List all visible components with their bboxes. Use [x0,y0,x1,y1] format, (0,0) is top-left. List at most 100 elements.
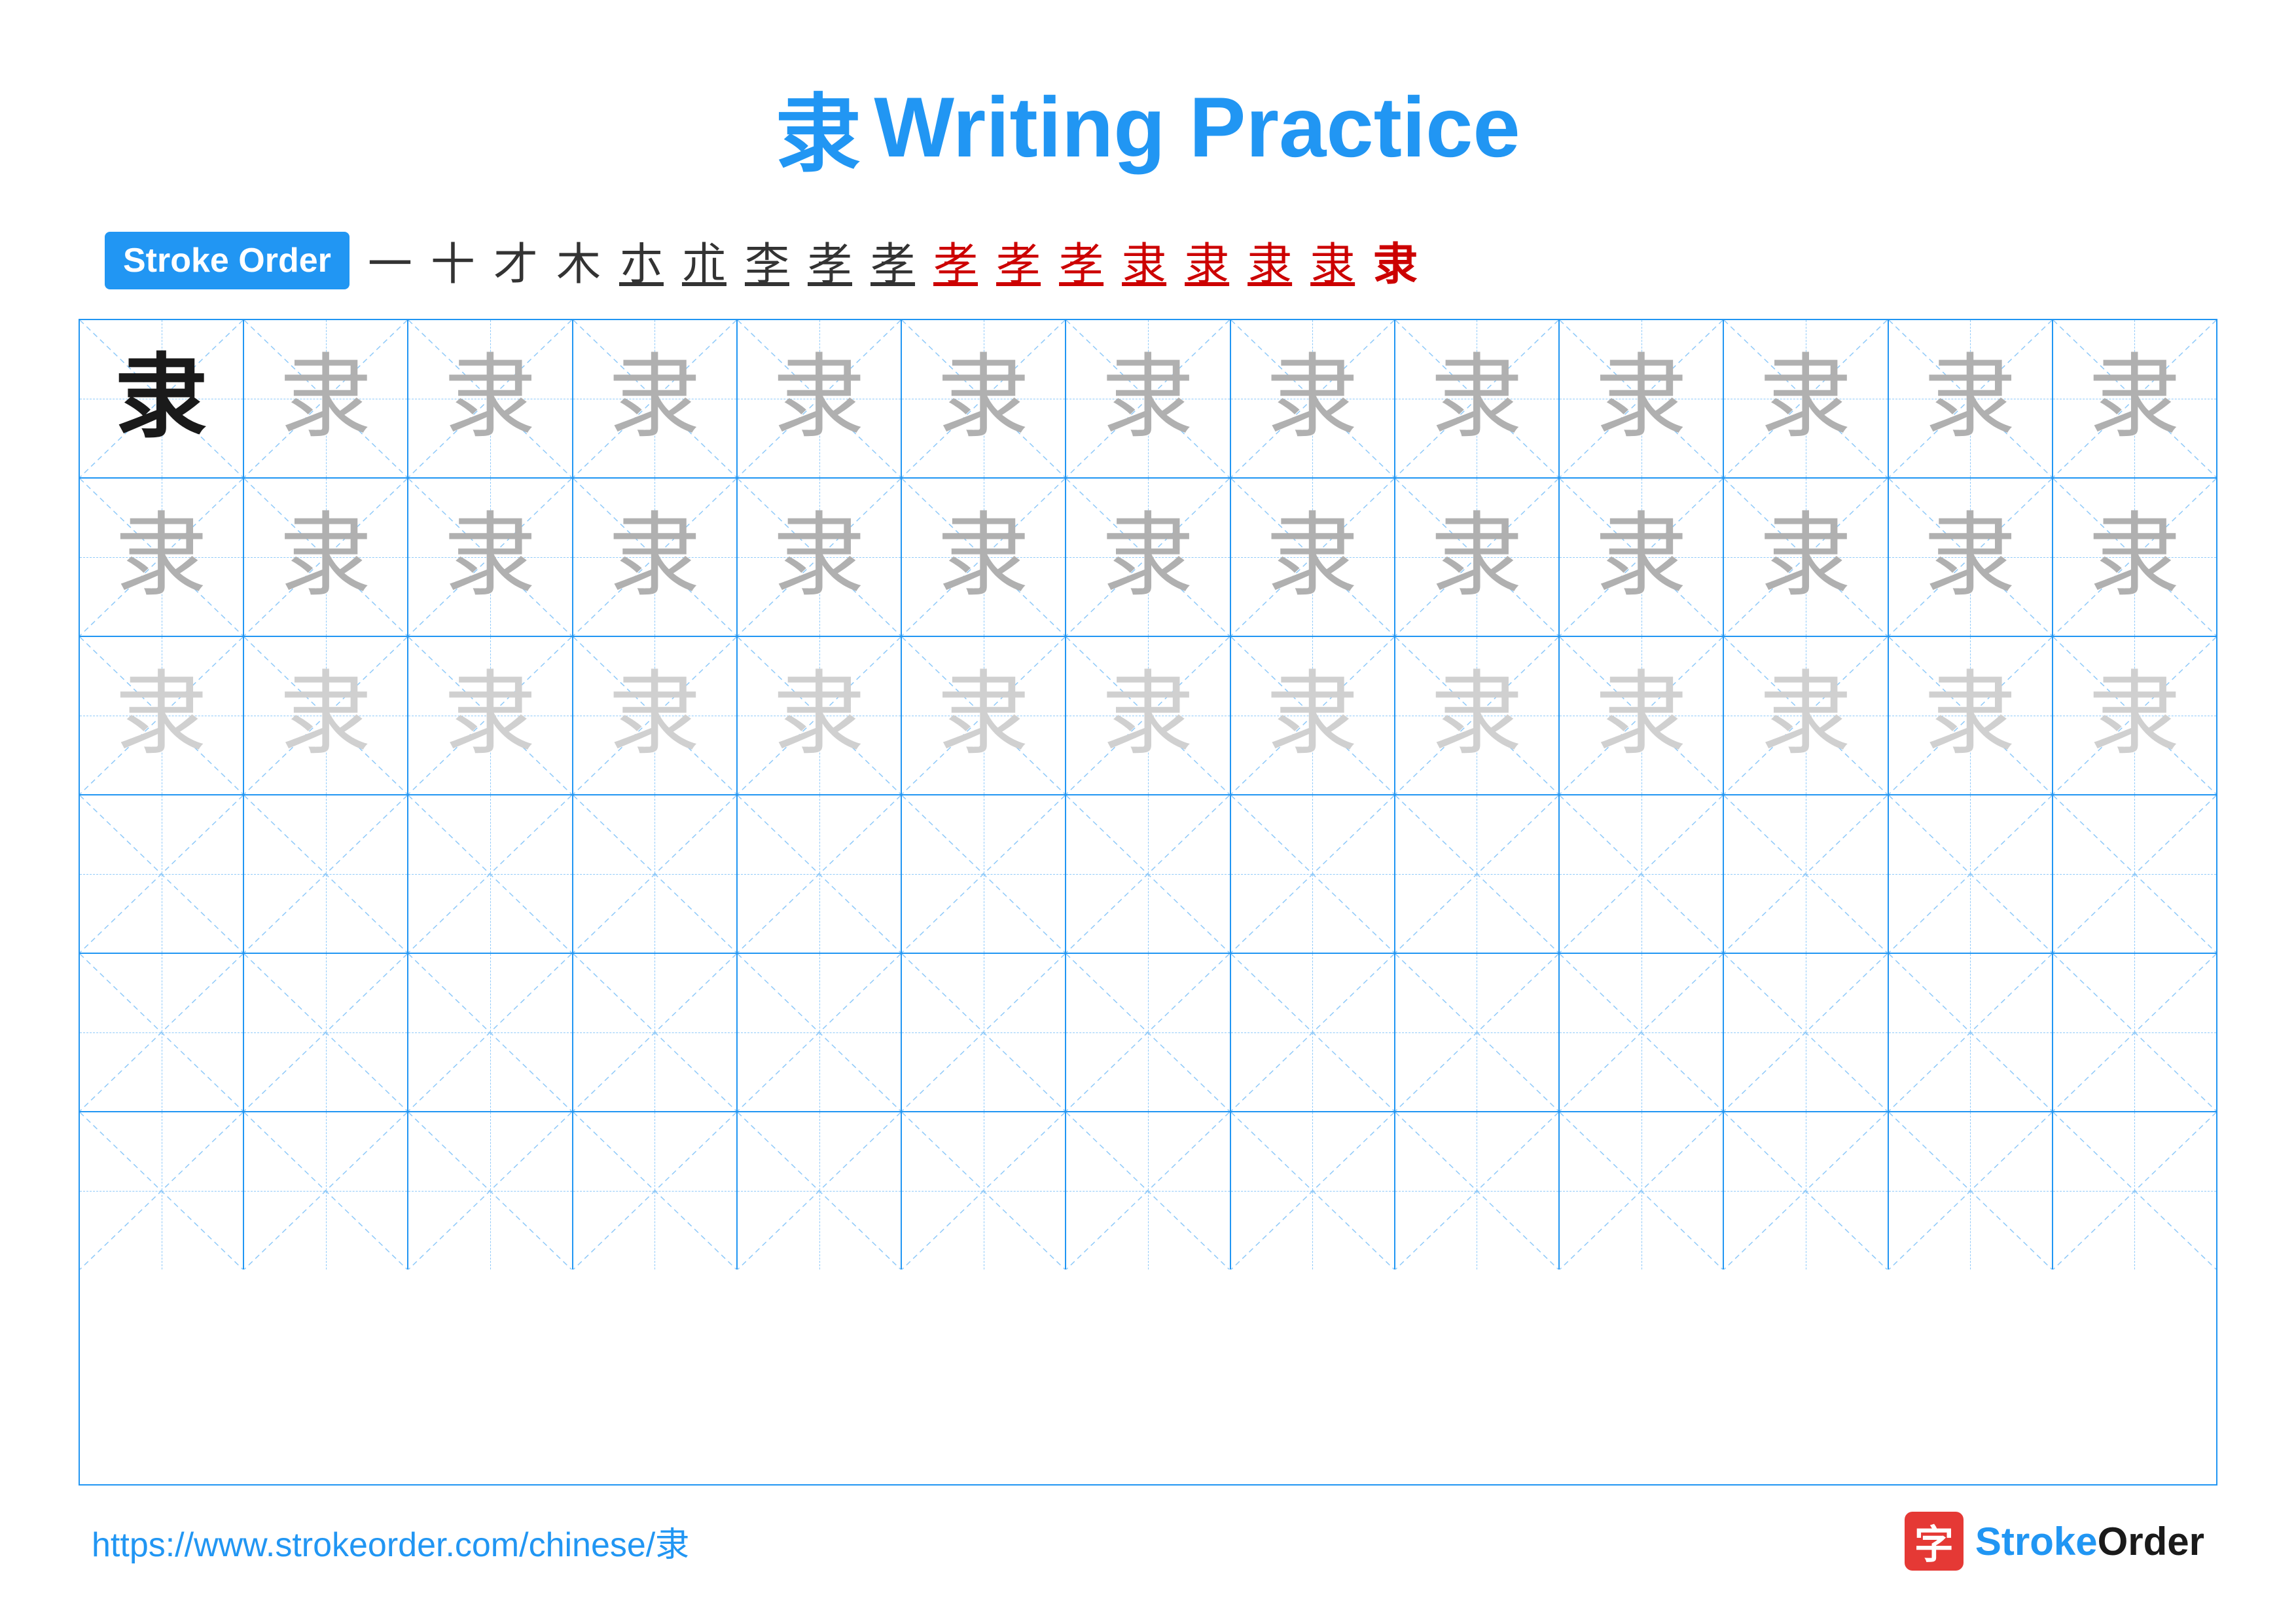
stroke-order-badge: Stroke Order [105,232,350,289]
title-section: 隶 Writing Practice [776,65,1520,189]
cell-1-1[interactable]: 隶 [80,320,244,477]
footer-logo-stroke: Stroke [1975,1520,2098,1563]
cell-4-4[interactable] [573,795,738,953]
cell-5-5[interactable] [738,954,902,1111]
cell-4-13[interactable] [2053,795,2216,953]
cell-1-4[interactable]: 隶 [573,320,738,477]
cell-3-2[interactable]: 隶 [244,637,408,794]
stroke-13: 隶 [1122,228,1166,293]
cell-2-10[interactable]: 隶 [1560,479,1724,636]
cell-6-5[interactable] [738,1112,902,1269]
cell-3-9[interactable]: 隶 [1395,637,1560,794]
cell-2-12[interactable]: 隶 [1889,479,2053,636]
cell-2-9[interactable]: 隶 [1395,479,1560,636]
cell-5-6[interactable] [902,954,1066,1111]
stroke-17: 隶 [1373,228,1418,293]
cell-4-8[interactable] [1231,795,1395,953]
cell-5-2[interactable] [244,954,408,1111]
grid-row-6 [80,1112,2216,1269]
cell-3-13[interactable]: 隶 [2053,637,2216,794]
stroke-15: 隶 [1247,228,1292,293]
cell-6-8[interactable] [1231,1112,1395,1269]
cell-4-9[interactable] [1395,795,1560,953]
cell-2-7[interactable]: 隶 [1066,479,1230,636]
cell-3-7[interactable]: 隶 [1066,637,1230,794]
stroke-1: 一 [368,228,412,293]
cell-4-2[interactable] [244,795,408,953]
cell-2-3[interactable]: 隶 [408,479,573,636]
cell-1-10[interactable]: 隶 [1560,320,1724,477]
stroke-2: 十 [431,228,475,293]
cell-5-10[interactable] [1560,954,1724,1111]
cell-3-12[interactable]: 隶 [1889,637,2053,794]
cell-1-6[interactable]: 隶 [902,320,1066,477]
cell-2-5[interactable]: 隶 [738,479,902,636]
stroke-order-row: Stroke Order 一 十 才 木 朩 朮 李 孝 孝 孝 孝 孝 隶 隶… [79,228,2217,293]
cell-1-9[interactable]: 隶 [1395,320,1560,477]
cell-5-8[interactable] [1231,954,1395,1111]
cell-4-3[interactable] [408,795,573,953]
cell-4-5[interactable] [738,795,902,953]
cell-4-12[interactable] [1889,795,2053,953]
cell-3-8[interactable]: 隶 [1231,637,1395,794]
cell-3-11[interactable]: 隶 [1724,637,1888,794]
cell-4-1[interactable] [80,795,244,953]
cell-3-5[interactable]: 隶 [738,637,902,794]
cell-2-1[interactable]: 隶 [80,479,244,636]
grid-row-2: 隶 隶 隶 隶 隶 隶 隶 隶 隶 隶 隶 隶 隶 [80,479,2216,637]
cell-3-4[interactable]: 隶 [573,637,738,794]
cell-1-2[interactable]: 隶 [244,320,408,477]
cell-6-13[interactable] [2053,1112,2216,1269]
cell-1-3[interactable]: 隶 [408,320,573,477]
cell-1-8[interactable]: 隶 [1231,320,1395,477]
footer: https://www.strokeorder.com/chinese/隶 字 … [79,1512,2217,1571]
cell-5-7[interactable] [1066,954,1230,1111]
cell-6-3[interactable] [408,1112,573,1269]
cell-2-13[interactable]: 隶 [2053,479,2216,636]
cell-1-12[interactable]: 隶 [1889,320,2053,477]
cell-3-6[interactable]: 隶 [902,637,1066,794]
cell-2-6[interactable]: 隶 [902,479,1066,636]
cell-2-2[interactable]: 隶 [244,479,408,636]
cell-4-6[interactable] [902,795,1066,953]
cell-2-4[interactable]: 隶 [573,479,738,636]
page: 隶 Writing Practice Stroke Order 一 十 才 木 … [0,0,2296,1623]
cell-5-4[interactable] [573,954,738,1111]
cell-5-12[interactable] [1889,954,2053,1111]
cell-3-1[interactable]: 隶 [80,637,244,794]
cell-5-3[interactable] [408,954,573,1111]
title-english-text: Writing Practice [874,78,1520,176]
cell-6-6[interactable] [902,1112,1066,1269]
cell-3-10[interactable]: 隶 [1560,637,1724,794]
cell-5-9[interactable] [1395,954,1560,1111]
footer-logo: 字 StrokeOrder [1905,1512,2204,1571]
cell-4-11[interactable] [1724,795,1888,953]
cell-1-13[interactable]: 隶 [2053,320,2216,477]
title-chinese-char: 隶 [776,65,861,189]
stroke-5: 朩 [619,228,664,293]
cell-2-11[interactable]: 隶 [1724,479,1888,636]
cell-6-7[interactable] [1066,1112,1230,1269]
cell-1-5[interactable]: 隶 [738,320,902,477]
cell-6-2[interactable] [244,1112,408,1269]
cell-1-11[interactable]: 隶 [1724,320,1888,477]
cell-6-12[interactable] [1889,1112,2053,1269]
cell-1-7[interactable]: 隶 [1066,320,1230,477]
cell-6-4[interactable] [573,1112,738,1269]
cell-5-11[interactable] [1724,954,1888,1111]
cell-2-8[interactable]: 隶 [1231,479,1395,636]
stroke-3: 才 [493,228,538,293]
cell-3-3[interactable]: 隶 [408,637,573,794]
cell-6-10[interactable] [1560,1112,1724,1269]
cell-6-11[interactable] [1724,1112,1888,1269]
cell-6-1[interactable] [80,1112,244,1269]
stroke-6: 朮 [682,228,726,293]
cell-5-1[interactable] [80,954,244,1111]
cell-6-9[interactable] [1395,1112,1560,1269]
grid-row-1: 隶 隶 隶 隶 隶 隶 隶 [80,320,2216,479]
cell-4-10[interactable] [1560,795,1724,953]
cell-4-7[interactable] [1066,795,1230,953]
practice-grid: 隶 隶 隶 隶 隶 隶 隶 [79,319,2217,1486]
cell-5-13[interactable] [2053,954,2216,1111]
footer-logo-order: Order [2098,1520,2204,1563]
